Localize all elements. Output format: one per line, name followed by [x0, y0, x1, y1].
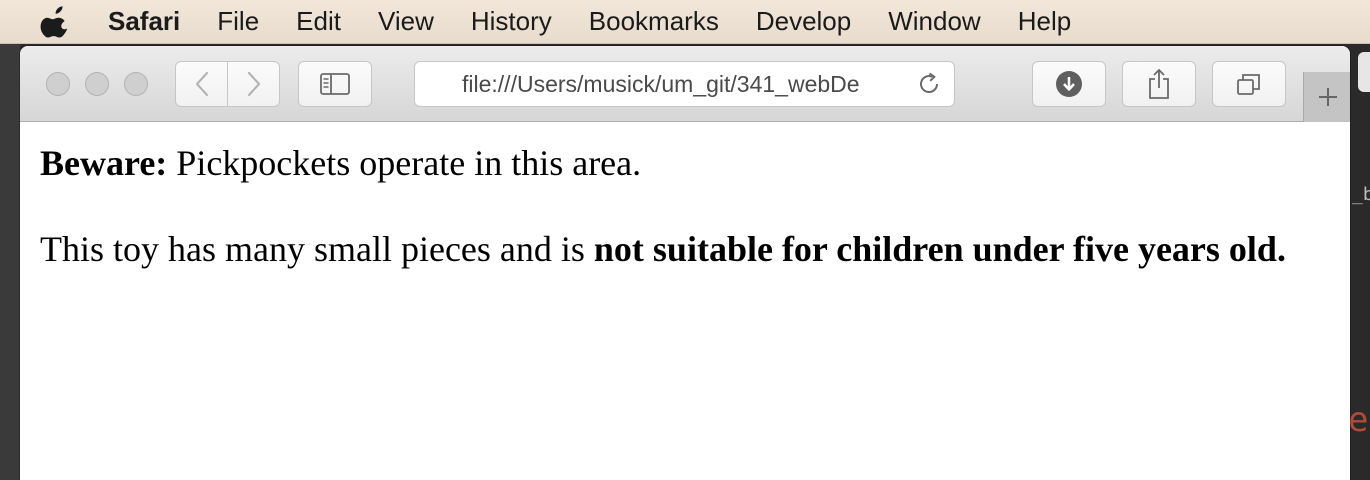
- page-content: Beware: Pickpockets operate in this area…: [20, 122, 1350, 272]
- menu-view[interactable]: View: [378, 6, 434, 37]
- toy-paragraph: This toy has many small pieces and is no…: [40, 226, 1330, 272]
- menu-develop[interactable]: Develop: [756, 6, 851, 37]
- reload-icon: [920, 72, 938, 93]
- tab-overview-button[interactable]: [1212, 61, 1286, 107]
- menu-bar: Safari File Edit View History Bookmarks …: [0, 0, 1370, 44]
- menu-edit[interactable]: Edit: [296, 6, 341, 37]
- menu-window[interactable]: Window: [888, 6, 980, 37]
- browser-toolbar: file:///Users/musick/um_git/341_webDe: [20, 46, 1350, 122]
- minimize-window-button[interactable]: [85, 72, 109, 96]
- warning-label: Beware:: [40, 143, 168, 183]
- chevron-left-icon: [195, 71, 208, 97]
- menu-help[interactable]: Help: [1018, 6, 1071, 37]
- menu-app-safari[interactable]: Safari: [108, 6, 180, 37]
- plus-icon: [1318, 88, 1337, 106]
- forward-button[interactable]: [227, 61, 280, 107]
- back-button[interactable]: [175, 61, 228, 107]
- reload-button[interactable]: [914, 69, 944, 99]
- zoom-window-button[interactable]: [124, 72, 148, 96]
- new-tab-button[interactable]: [1303, 72, 1350, 122]
- toy-warning: not suitable for children under five yea…: [593, 229, 1286, 269]
- menu-history[interactable]: History: [471, 6, 552, 37]
- address-bar[interactable]: file:///Users/musick/um_git/341_webDe: [414, 61, 955, 107]
- background-tab: [1358, 52, 1370, 92]
- share-button[interactable]: [1122, 61, 1196, 107]
- background-text: _b: [1352, 184, 1370, 205]
- menu-bookmarks[interactable]: Bookmarks: [589, 6, 719, 37]
- warning-paragraph: Beware: Pickpockets operate in this area…: [40, 140, 1330, 186]
- background-window-right: _b e:: [1348, 44, 1370, 480]
- chevron-right-icon: [247, 71, 260, 97]
- sidebar-icon: [320, 73, 350, 95]
- background-code-text: e:: [1348, 400, 1370, 440]
- background-window-left: [0, 44, 20, 480]
- close-window-button[interactable]: [46, 72, 70, 96]
- share-icon: [1149, 68, 1169, 99]
- show-sidebar-button[interactable]: [298, 61, 372, 107]
- warning-text: Pickpockets operate in this area.: [167, 143, 642, 183]
- safari-window: file:///Users/musick/um_git/341_webDe Be…: [20, 46, 1350, 480]
- apple-logo-icon[interactable]: [40, 5, 70, 38]
- tab-overview-icon: [1237, 74, 1260, 95]
- menu-file[interactable]: File: [217, 6, 259, 37]
- download-icon: [1056, 71, 1082, 97]
- toy-text: This toy has many small pieces and is: [40, 229, 594, 269]
- downloads-button[interactable]: [1032, 61, 1106, 107]
- address-url[interactable]: file:///Users/musick/um_git/341_webDe: [462, 71, 914, 98]
